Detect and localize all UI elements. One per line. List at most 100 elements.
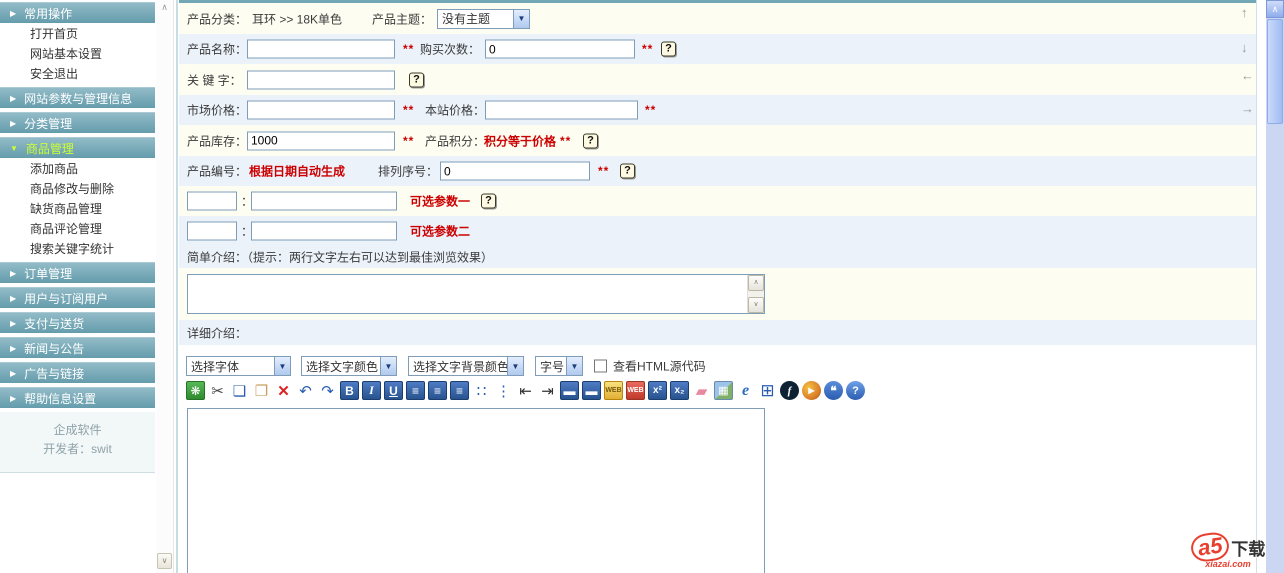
italic-icon[interactable]: I <box>362 381 381 400</box>
scroll-up-button[interactable]: ∧ <box>1266 0 1284 18</box>
outdent-icon[interactable]: ⇤ <box>516 381 535 400</box>
browser-icon[interactable]: e <box>736 381 755 400</box>
cut-icon[interactable]: ✂ <box>208 381 227 400</box>
redo-icon[interactable]: ↷ <box>318 381 337 400</box>
bullet-list-icon[interactable]: ∷ <box>472 381 491 400</box>
sidebar-group-site-params[interactable]: ▶ 网站参数与管理信息 <box>0 87 155 108</box>
sidebar-scrollbar[interactable]: ∧ ∨ <box>156 0 174 573</box>
sidebar-group-ads-links[interactable]: ▶ 广告与链接 <box>0 362 155 383</box>
align-left-icon[interactable]: ≡ <box>406 381 425 400</box>
scrollbar-thumb[interactable] <box>1267 19 1283 124</box>
market-price-input[interactable] <box>247 100 395 120</box>
scroll-down-button[interactable]: ∨ <box>748 297 764 313</box>
delete-icon[interactable]: ✕ <box>274 381 293 400</box>
stock-input[interactable] <box>247 131 395 150</box>
page-arrow-up-icon[interactable]: ↑ <box>1241 5 1248 20</box>
chevron-down-icon: ▼ <box>566 357 582 375</box>
sort-order-input[interactable] <box>440 161 590 181</box>
bold-icon[interactable]: B <box>340 381 359 400</box>
rich-text-editor: 选择字体 ▼ 选择文字颜色 ▼ 选择文字背景颜色 ▼ 字号 ▼ 查看HTML源代… <box>179 345 1256 573</box>
comment-icon[interactable]: ❝ <box>824 381 843 400</box>
subscript-icon[interactable]: x₂ <box>670 381 689 400</box>
sidebar-group-help-info[interactable]: ▶ 帮助信息设置 <box>0 387 155 408</box>
copy-icon[interactable]: ❏ <box>230 381 249 400</box>
page-arrow-down-icon[interactable]: ↓ <box>1241 40 1248 55</box>
sidebar-item-edit-delete-product[interactable]: 商品修改与删除 <box>0 178 155 198</box>
paste-icon[interactable]: ❐ <box>252 381 271 400</box>
page-scrollbar[interactable]: ∧ <box>1266 0 1284 573</box>
keywords-input[interactable] <box>247 70 395 89</box>
buy-count-input[interactable] <box>485 39 635 59</box>
required-mark: ** <box>403 103 415 117</box>
sidebar-group-order-mgmt[interactable]: ▶ 订单管理 <box>0 262 155 283</box>
sidebar-group-common-ops[interactable]: ▶ 常用操作 <box>0 2 155 23</box>
undo-icon[interactable]: ↶ <box>296 381 315 400</box>
page-arrow-left-icon[interactable]: ← <box>1241 68 1254 83</box>
flash-icon[interactable]: f <box>780 381 799 400</box>
sidebar-item-out-of-stock[interactable]: 缺货商品管理 <box>0 198 155 218</box>
sidebar-item-safe-logout[interactable]: 安全退出 <box>0 63 155 83</box>
brief-textarea[interactable] <box>188 275 746 311</box>
help-button[interactable]: ? <box>661 41 676 57</box>
points-note: 积分等于价格 <box>484 134 557 148</box>
site-price-label: 本站价格： <box>425 103 486 118</box>
plugin-icon[interactable]: ❋ <box>186 381 205 400</box>
param1-value-input[interactable] <box>251 191 397 211</box>
insert-image-icon[interactable]: ▦ <box>714 381 733 400</box>
row-detail-label: 详细介绍： <box>179 320 1256 345</box>
param2-value-input[interactable] <box>251 221 397 241</box>
web-unlink-icon[interactable]: WEB <box>626 381 645 400</box>
help-button[interactable]: ? <box>620 163 635 179</box>
indent-icon[interactable]: ⇥ <box>538 381 557 400</box>
sidebar-group-label: 用户与订阅用户 <box>24 291 109 306</box>
required-mark: ** <box>598 164 610 178</box>
align-right-icon[interactable]: ≡ <box>450 381 469 400</box>
text-bgcolor-select[interactable]: 选择文字背景颜色 ▼ <box>408 356 524 376</box>
product-form: 产品分类： 耳环 >> 18K单色 产品主题： 没有主题 ▼ ↑ 产品名称： *… <box>179 0 1257 573</box>
numbered-list-icon[interactable]: ⋮ <box>494 381 513 400</box>
scroll-down-button[interactable]: ∨ <box>157 553 172 569</box>
page-arrow-right-icon[interactable]: → <box>1241 101 1254 116</box>
sidebar-group-users[interactable]: ▶ 用户与订阅用户 <box>0 287 155 308</box>
view-html-source-checkbox[interactable] <box>594 359 607 373</box>
table-icon[interactable]: ⊞ <box>758 381 777 400</box>
help-button[interactable]: ? <box>409 72 424 87</box>
sidebar-item-site-basic-settings[interactable]: 网站基本设置 <box>0 43 155 63</box>
media-icon[interactable]: ▶ <box>802 381 821 400</box>
sidebar-group-product-mgmt[interactable]: ▼ 商品管理 <box>0 137 155 158</box>
horizontal-rule-icon[interactable]: ▬ <box>560 381 579 400</box>
sidebar-item-product-comments[interactable]: 商品评论管理 <box>0 218 155 238</box>
text-color-select[interactable]: 选择文字颜色 ▼ <box>301 356 397 376</box>
font-select[interactable]: 选择字体 ▼ <box>186 356 291 376</box>
sidebar-item-add-product[interactable]: 添加商品 <box>0 158 155 178</box>
scroll-up-icon[interactable]: ∧ <box>156 2 173 13</box>
site-price-input[interactable] <box>485 100 638 120</box>
sidebar-group-payment-shipping[interactable]: ▶ 支付与送货 <box>0 312 155 333</box>
textarea-scrollbar[interactable]: ∧ ∨ <box>747 275 764 313</box>
horizontal-rule-2-icon[interactable]: ▬ <box>582 381 601 400</box>
font-size-select[interactable]: 字号 ▼ <box>535 356 583 376</box>
param1-name-input[interactable] <box>187 191 237 211</box>
param1-note: 可选参数一 <box>410 194 471 209</box>
theme-select[interactable]: 没有主题 ▼ <box>437 8 530 29</box>
underline-icon[interactable]: U <box>384 381 403 400</box>
chevron-right-icon: ▶ <box>10 368 17 378</box>
category-label: 产品分类： <box>187 12 248 26</box>
align-center-icon[interactable]: ≡ <box>428 381 447 400</box>
eraser-icon[interactable]: ▰ <box>692 381 711 400</box>
help-icon[interactable]: ? <box>846 381 865 400</box>
help-button[interactable]: ? <box>481 193 496 209</box>
sidebar-item-open-homepage[interactable]: 打开首页 <box>0 23 155 43</box>
site-url-text: xiazai.com <box>1205 559 1251 569</box>
help-button[interactable]: ? <box>583 133 598 148</box>
editor-canvas[interactable] <box>187 408 765 573</box>
param2-name-input[interactable] <box>187 221 237 241</box>
sidebar-item-search-keyword-stats[interactable]: 搜索关键字统计 <box>0 238 155 258</box>
web-link-icon[interactable]: WEB <box>604 381 623 400</box>
name-input[interactable] <box>247 39 395 59</box>
superscript-icon[interactable]: x² <box>648 381 667 400</box>
scroll-up-button[interactable]: ∧ <box>748 275 764 291</box>
chevron-down-icon: ▼ <box>513 9 529 28</box>
sidebar-group-news[interactable]: ▶ 新闻与公告 <box>0 337 155 358</box>
sidebar-group-category-mgmt[interactable]: ▶ 分类管理 <box>0 112 155 133</box>
